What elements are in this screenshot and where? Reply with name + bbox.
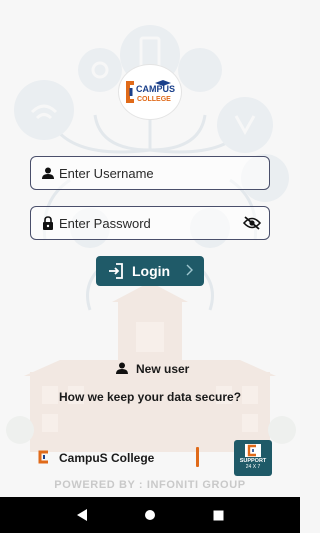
- brand-logo-icon: [37, 450, 51, 467]
- support-button[interactable]: SUPPORT 24 X 7: [234, 440, 272, 476]
- eye-off-icon[interactable]: [243, 214, 261, 232]
- campus-college-logo: CAMPUS COLLEGE: [119, 65, 181, 119]
- login-label: Login: [132, 263, 171, 279]
- support-logo-icon: [243, 442, 263, 458]
- login-button[interactable]: Login: [96, 256, 204, 286]
- chevron-right-icon: [186, 263, 198, 280]
- login-icon: [108, 263, 124, 279]
- user-icon: [41, 166, 55, 180]
- logo-line2: COLLEGE: [137, 96, 171, 103]
- add-user-icon: [116, 362, 128, 377]
- android-navigation-bar: [0, 497, 300, 533]
- back-icon[interactable]: [72, 505, 92, 525]
- lock-icon: [41, 216, 55, 230]
- logo-mark: CAMPUS COLLEGE: [126, 80, 175, 103]
- data-security-link[interactable]: How we keep your data secure?: [0, 390, 300, 404]
- support-hours: 24 X 7: [245, 464, 261, 470]
- recents-icon[interactable]: [208, 505, 228, 525]
- logo-line1: CAMPUS: [136, 84, 175, 94]
- login-screen: CAMPUS COLLEGE Login New user How w: [0, 0, 300, 497]
- brand-name: CampuS College: [59, 451, 155, 465]
- username-field[interactable]: [30, 156, 270, 190]
- powered-by-text: POWERED BY : INFONITI GROUP: [54, 479, 246, 491]
- new-user-label: New user: [136, 362, 190, 376]
- username-input[interactable]: [59, 157, 269, 189]
- home-icon[interactable]: [140, 505, 160, 525]
- brand-divider: [196, 447, 199, 467]
- new-user-link[interactable]: New user: [116, 361, 189, 377]
- password-input[interactable]: [59, 207, 243, 239]
- password-field[interactable]: [30, 206, 270, 240]
- brand-footer: CampuS College: [37, 449, 154, 467]
